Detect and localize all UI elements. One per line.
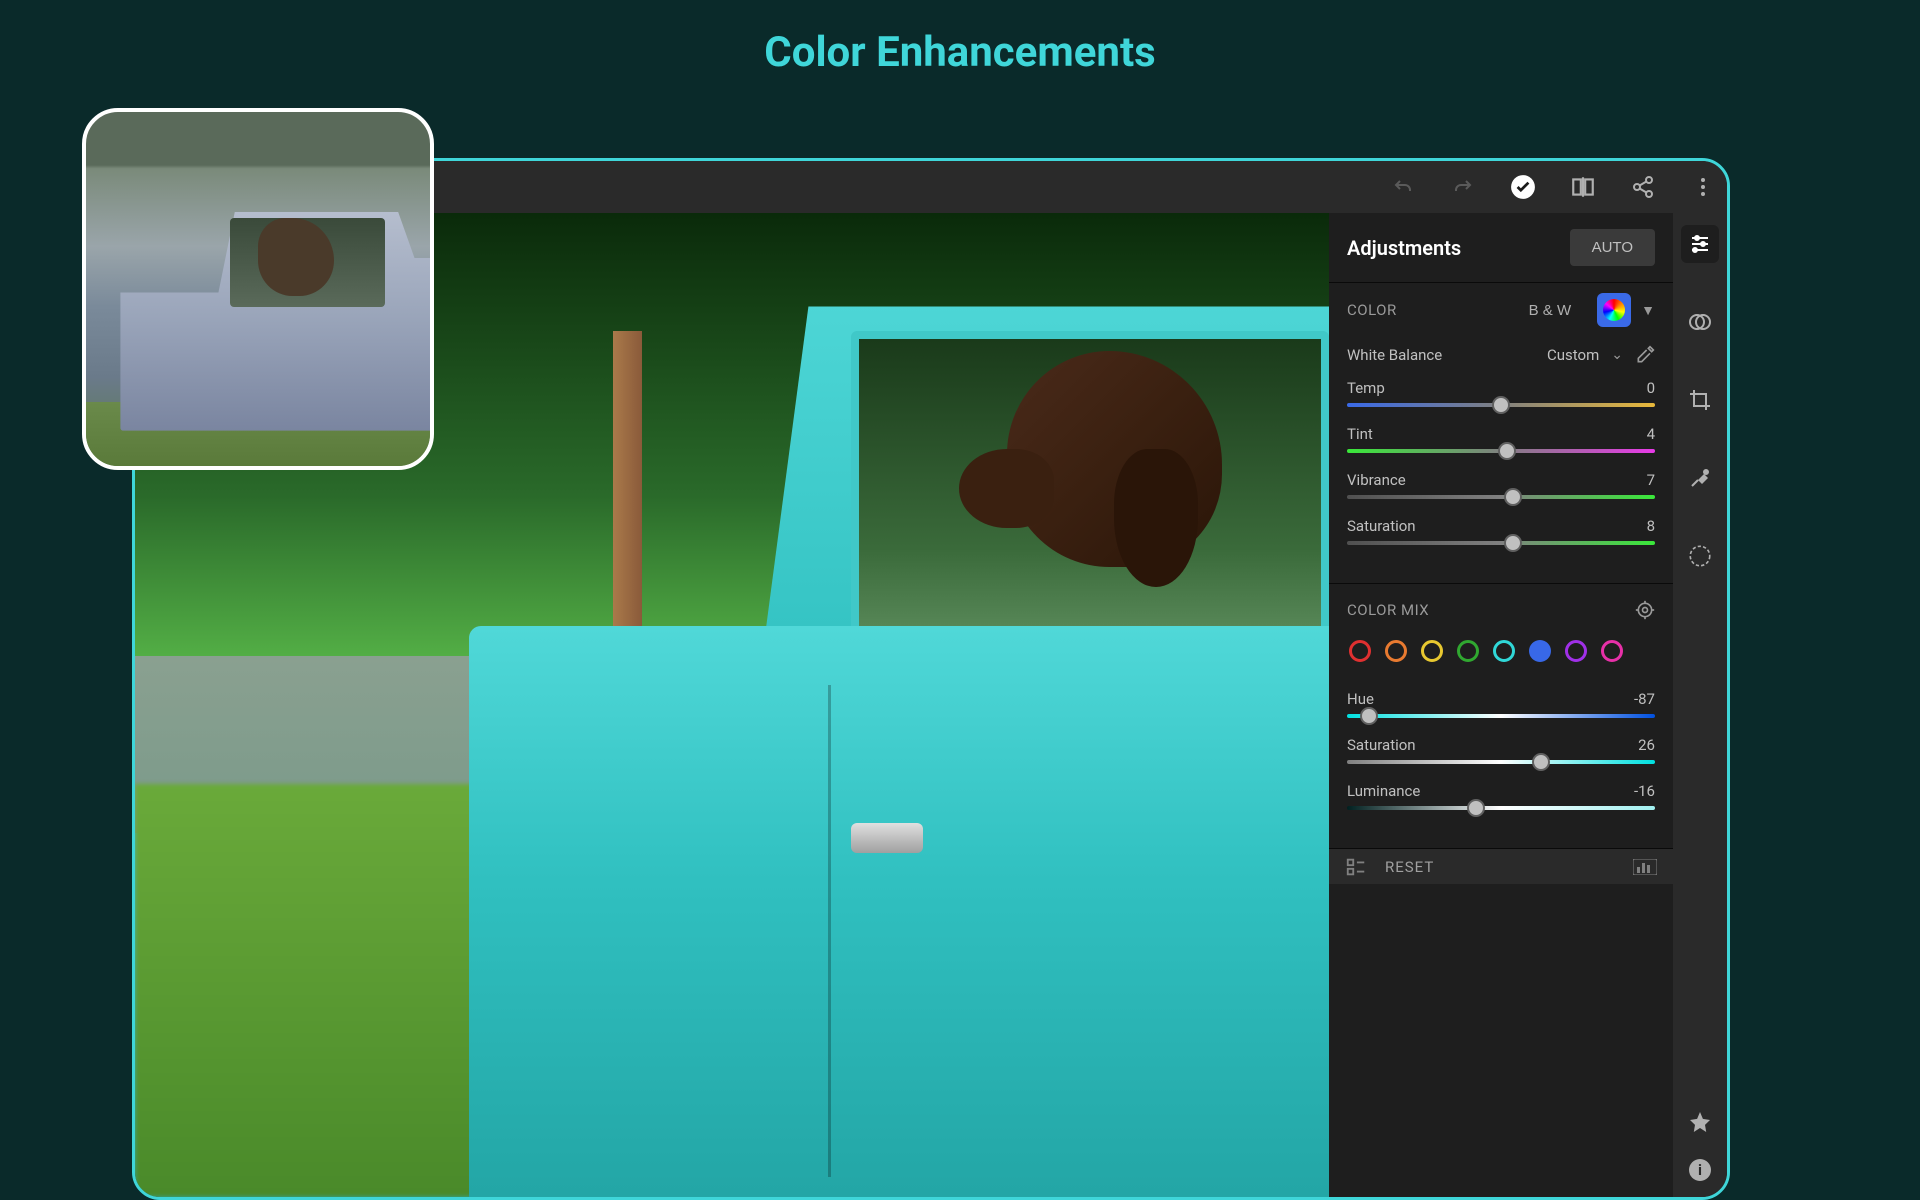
vibrance-track[interactable] xyxy=(1347,495,1655,499)
masking-tool-icon[interactable] xyxy=(1681,303,1719,341)
saturation-label: Saturation xyxy=(1347,517,1416,535)
color-section-header: COLOR B & W ▼ xyxy=(1347,293,1655,327)
hue-label: Hue xyxy=(1347,690,1374,708)
mix-saturation-track[interactable] xyxy=(1347,760,1655,764)
redo-icon[interactable] xyxy=(1449,173,1477,201)
swatch-magenta[interactable] xyxy=(1601,640,1623,662)
tint-slider: Tint 4 xyxy=(1347,425,1655,453)
temp-label: Temp xyxy=(1347,379,1385,397)
mix-section-label: COLOR MIX xyxy=(1347,601,1429,619)
color-wheel-icon xyxy=(1603,299,1625,321)
vibrance-slider: Vibrance 7 xyxy=(1347,471,1655,499)
photo-dog-ear xyxy=(1114,449,1198,587)
more-icon[interactable] xyxy=(1689,173,1717,201)
before-thumbnail[interactable] xyxy=(82,108,434,470)
sliders-tool-icon[interactable] xyxy=(1681,225,1719,263)
presets-icon[interactable] xyxy=(1345,856,1367,878)
white-balance-row: White Balance Custom ⌄ xyxy=(1347,345,1655,365)
photo-door-seam xyxy=(828,685,831,1177)
photo-dog-snout xyxy=(959,449,1055,528)
swatch-aqua[interactable] xyxy=(1493,640,1515,662)
temp-value: 0 xyxy=(1647,379,1655,397)
auto-button[interactable]: AUTO xyxy=(1570,229,1655,266)
luminance-track[interactable] xyxy=(1347,806,1655,810)
undo-icon[interactable] xyxy=(1389,173,1417,201)
svg-text:i: i xyxy=(1698,1161,1702,1179)
tint-value: 4 xyxy=(1647,425,1655,443)
swatch-yellow[interactable] xyxy=(1421,640,1443,662)
color-section-label: COLOR xyxy=(1347,301,1503,319)
mix-saturation-value: 26 xyxy=(1638,736,1655,754)
color-section: COLOR B & W ▼ White Balance Custom ⌄ xyxy=(1329,282,1673,583)
wb-chevron-icon[interactable]: ⌄ xyxy=(1611,347,1623,363)
panel-bottom-bar: RESET xyxy=(1329,848,1673,884)
photo-door-handle xyxy=(851,823,923,853)
reset-button[interactable]: RESET xyxy=(1385,858,1434,876)
swatch-purple[interactable] xyxy=(1565,640,1587,662)
vibrance-value: 7 xyxy=(1647,471,1655,489)
luminance-label: Luminance xyxy=(1347,782,1420,800)
page-title: Color Enhancements xyxy=(0,28,1920,77)
tint-thumb[interactable] xyxy=(1498,442,1516,460)
compare-icon[interactable] xyxy=(1569,173,1597,201)
mix-saturation-thumb[interactable] xyxy=(1532,753,1550,771)
color-swatches xyxy=(1347,640,1655,662)
histogram-icon[interactable] xyxy=(1633,859,1657,875)
radial-tool-icon[interactable] xyxy=(1681,537,1719,575)
hue-value: -87 xyxy=(1634,690,1655,708)
target-adjust-icon[interactable] xyxy=(1635,600,1655,620)
luminance-value: -16 xyxy=(1634,782,1655,800)
healing-tool-icon[interactable] xyxy=(1681,459,1719,497)
adjustments-panel: Adjustments AUTO COLOR B & W ▼ White Bal… xyxy=(1329,213,1673,1197)
saturation-slider: Saturation 8 xyxy=(1347,517,1655,545)
temp-thumb[interactable] xyxy=(1492,396,1510,414)
photo-truck-body xyxy=(469,626,1329,1197)
bw-toggle[interactable]: B & W xyxy=(1513,294,1588,327)
panel-header: Adjustments AUTO xyxy=(1329,213,1673,282)
swatch-blue[interactable] xyxy=(1529,640,1551,662)
share-icon[interactable] xyxy=(1629,173,1657,201)
crop-tool-icon[interactable] xyxy=(1681,381,1719,419)
saturation-track[interactable] xyxy=(1347,541,1655,545)
swatch-green[interactable] xyxy=(1457,640,1479,662)
swatch-orange[interactable] xyxy=(1385,640,1407,662)
color-mix-section: COLOR MIX Hue -87 xyxy=(1329,583,1673,848)
luminance-slider: Luminance -16 xyxy=(1347,782,1655,810)
vibrance-thumb[interactable] xyxy=(1504,488,1522,506)
saturation-value: 8 xyxy=(1647,517,1655,535)
color-wheel-button[interactable] xyxy=(1597,293,1631,327)
saturation-thumb[interactable] xyxy=(1504,534,1522,552)
star-icon[interactable] xyxy=(1681,1103,1719,1141)
tint-label: Tint xyxy=(1347,425,1373,443)
eyedropper-icon[interactable] xyxy=(1635,345,1655,365)
luminance-thumb[interactable] xyxy=(1467,799,1485,817)
temp-track[interactable] xyxy=(1347,403,1655,407)
hue-thumb[interactable] xyxy=(1360,707,1378,725)
hue-track[interactable] xyxy=(1347,714,1655,718)
mix-header: COLOR MIX xyxy=(1347,600,1655,620)
confirm-icon[interactable] xyxy=(1509,173,1537,201)
info-icon[interactable]: i xyxy=(1681,1151,1719,1189)
mix-saturation-slider: Saturation 26 xyxy=(1347,736,1655,764)
chevron-down-icon[interactable]: ▼ xyxy=(1641,302,1655,319)
tint-track[interactable] xyxy=(1347,449,1655,453)
hue-slider: Hue -87 xyxy=(1347,690,1655,718)
vibrance-label: Vibrance xyxy=(1347,471,1406,489)
right-toolbar: i xyxy=(1673,213,1727,1197)
swatch-red[interactable] xyxy=(1349,640,1371,662)
white-balance-value[interactable]: Custom xyxy=(1547,346,1599,364)
panel-title: Adjustments xyxy=(1347,236,1461,260)
white-balance-label: White Balance xyxy=(1347,346,1442,364)
temp-slider: Temp 0 xyxy=(1347,379,1655,407)
mix-saturation-label: Saturation xyxy=(1347,736,1416,754)
